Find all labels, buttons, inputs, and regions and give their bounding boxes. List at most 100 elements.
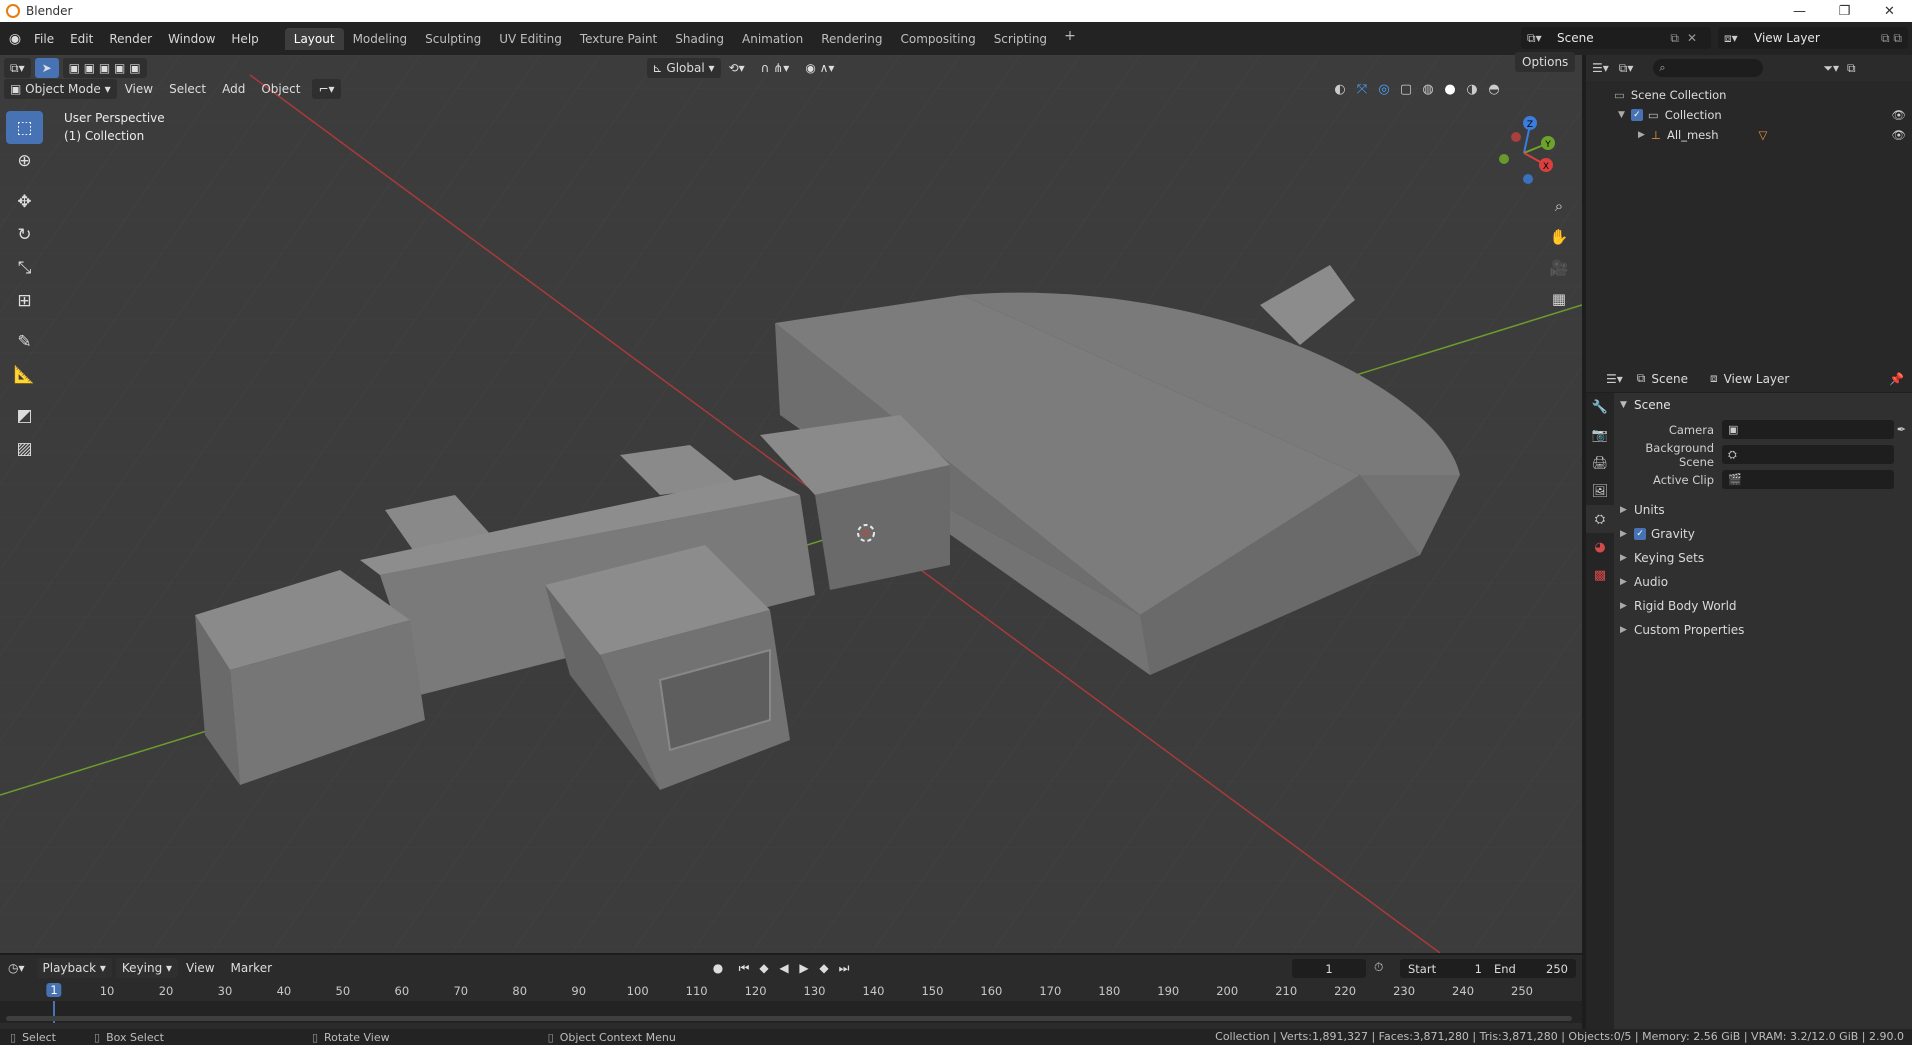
select-box-tool-icon[interactable]: ⬚ — [6, 111, 43, 144]
tab-layout[interactable]: Layout — [284, 27, 344, 50]
transform-tool-icon[interactable]: ⊞ — [6, 284, 43, 317]
custom-properties-subpanel[interactable]: ▶ Custom Properties — [1620, 618, 1912, 642]
rigid-body-world-subpanel[interactable]: ▶ Rigid Body World — [1620, 594, 1912, 618]
new-collection-icon[interactable]: ⧉ — [1847, 61, 1856, 76]
options-dropdown[interactable]: Options — [1515, 52, 1576, 72]
zoom-icon[interactable]: ⌕ — [1545, 192, 1573, 220]
blender-menu-icon[interactable]: ◉ — [4, 28, 26, 50]
render-tab-icon[interactable]: 📷 — [1586, 421, 1614, 449]
selection-mode-icons[interactable]: ▣ ▣ ▣ ▣ ▣ — [62, 58, 147, 78]
scene-selector[interactable]: ⧉▾ Scene ⧉✕ — [1521, 27, 1711, 49]
view-layer-tab-icon[interactable]: 🖼 — [1586, 477, 1614, 505]
annotate-tool-icon[interactable]: ✎ — [6, 325, 43, 358]
tab-animation[interactable]: Animation — [733, 28, 812, 50]
add-cube-tool-icon[interactable]: ◩ — [6, 399, 43, 432]
camera-field[interactable]: ▣ ✒ — [1722, 420, 1906, 439]
keying-menu[interactable]: Keying ▾ — [115, 958, 179, 978]
visibility-eye-icon[interactable]: 👁 — [1891, 108, 1906, 122]
mode-dropdown[interactable]: ▣ Object Mode ▾ — [4, 79, 117, 99]
view-layer-name[interactable]: View Layer — [1754, 31, 1820, 45]
tab-rendering[interactable]: Rendering — [812, 28, 891, 50]
gravity-checkbox[interactable]: ✓ — [1634, 528, 1646, 540]
transform-orientation-dropdown[interactable]: ⊾ Global ▾ — [646, 58, 721, 78]
filter-icon[interactable]: ⏷▾ — [1823, 61, 1839, 76]
viewport-menu-view[interactable]: View — [117, 82, 161, 96]
material-shading-icon[interactable]: ◑ — [1462, 79, 1482, 99]
audio-subpanel[interactable]: ▶ Audio — [1620, 570, 1912, 594]
pan-hand-icon[interactable]: ✋ — [1545, 223, 1573, 251]
viewport-menu-add[interactable]: Add — [214, 82, 253, 96]
xray-icon[interactable]: ▢ — [1396, 79, 1416, 99]
navigation-gizmo[interactable]: Z Y X — [1490, 111, 1560, 191]
record-icon[interactable]: ● — [708, 958, 728, 978]
outliner-search-input[interactable]: ⌕ — [1653, 59, 1764, 77]
world-tab-icon[interactable]: ◕ — [1586, 533, 1614, 561]
display-mode-icon[interactable]: ⧉▾ — [1619, 61, 1634, 76]
keying-sets-subpanel[interactable]: ▶ Keying Sets — [1620, 546, 1912, 570]
outliner-row-collection[interactable]: ▼ ✓ ▭ Collection 👁 — [1586, 105, 1912, 125]
visibility-eye-icon[interactable]: 👁 — [1891, 128, 1906, 142]
select-tool-icon[interactable]: ➤ — [34, 58, 59, 78]
rotate-tool-icon[interactable]: ↻ — [6, 218, 43, 251]
output-tab-icon[interactable]: 🖨 — [1586, 449, 1614, 477]
tab-texture-paint[interactable]: Texture Paint — [571, 28, 666, 50]
transform-affect-icon[interactable]: ⌐▾ — [312, 79, 341, 99]
timeline-editor-icon[interactable]: ◷▾ — [0, 961, 33, 975]
scale-tool-icon[interactable]: ⤡ — [6, 251, 43, 284]
timeline-scrollbar[interactable] — [6, 1016, 1572, 1021]
collection-checkbox[interactable]: ✓ — [1630, 109, 1643, 121]
cursor-tool-icon[interactable]: ⊕ — [6, 144, 43, 177]
menu-render[interactable]: Render — [101, 28, 160, 50]
tab-uv-editing[interactable]: UV Editing — [490, 28, 571, 50]
camera-view-icon[interactable]: 🎥 — [1545, 254, 1573, 282]
gizmo-toggle-icon[interactable]: ⤧ — [1352, 79, 1372, 99]
next-keyframe-icon[interactable]: ◆ — [814, 958, 834, 978]
active-clip-field[interactable]: 🎬 — [1722, 470, 1894, 489]
expand-arrow-icon[interactable]: ▶ — [1638, 130, 1645, 140]
end-frame-field[interactable]: End 250 — [1486, 959, 1576, 978]
rendered-shading-icon[interactable]: ◓ — [1484, 79, 1504, 99]
outliner-editor-icon[interactable]: ☰▾ — [1592, 61, 1609, 75]
overlay-toggle-icon[interactable]: ◎ — [1374, 79, 1394, 99]
tab-compositing[interactable]: Compositing — [891, 28, 984, 50]
texture-tab-icon[interactable]: ▩ — [1586, 561, 1614, 589]
image-tool-icon[interactable]: ▨ — [6, 432, 43, 465]
timeline-menu-marker[interactable]: Marker — [223, 961, 280, 975]
tab-scripting[interactable]: Scripting — [985, 28, 1056, 50]
move-tool-icon[interactable]: ✥ — [6, 185, 43, 218]
view-layer-actions[interactable]: ⧉ ⧉ — [1881, 31, 1902, 46]
viewport-menu-select[interactable]: Select — [161, 82, 214, 96]
menu-edit[interactable]: Edit — [62, 28, 101, 50]
play-reverse-icon[interactable]: ◀ — [774, 958, 794, 978]
tool-tab-icon[interactable]: 🔧 — [1586, 393, 1614, 421]
expand-arrow-icon[interactable]: ▼ — [1618, 110, 1625, 120]
menu-file[interactable]: File — [26, 28, 62, 50]
timeline-area[interactable] — [0, 1001, 1582, 1023]
pivot-point-icon[interactable]: ⟲▾ — [721, 61, 753, 75]
close-button[interactable]: ✕ — [1867, 0, 1912, 22]
start-frame-field[interactable]: Start 1 — [1400, 959, 1490, 978]
scene-tab-icon[interactable]: ⛭ — [1586, 505, 1614, 533]
menu-help[interactable]: Help — [223, 28, 266, 50]
scene-actions[interactable]: ⧉✕ — [1670, 31, 1705, 46]
viewport-menu-object[interactable]: Object — [253, 82, 308, 96]
measure-tool-icon[interactable]: 📐 — [6, 358, 43, 391]
add-workspace-icon[interactable]: + — [1056, 28, 1084, 50]
outliner-row-scene-collection[interactable]: ▭ Scene Collection — [1586, 85, 1912, 105]
gravity-subpanel[interactable]: ▶ ✓ Gravity — [1620, 522, 1912, 546]
scene-name[interactable]: Scene — [1557, 31, 1594, 45]
play-icon[interactable]: ▶ — [794, 958, 814, 978]
snap-icon[interactable]: ∩ ⋔▾ — [753, 61, 798, 75]
3d-viewport[interactable] — [0, 55, 1582, 953]
menu-window[interactable]: Window — [160, 28, 223, 50]
pin-icon[interactable]: 📌 — [1889, 372, 1904, 386]
wireframe-shading-icon[interactable]: ◍ — [1418, 79, 1438, 99]
jump-end-icon[interactable]: ⏭ — [834, 958, 854, 978]
eyedropper-icon[interactable]: ✒ — [1897, 423, 1906, 436]
view-layer-selector[interactable]: ⧈▾ View Layer ⧉ ⧉ — [1718, 27, 1908, 49]
background-scene-field[interactable]: ⛭ — [1722, 445, 1894, 464]
outliner-row-all-mesh[interactable]: ▶ ⊥ All_mesh ▽ 👁 — [1586, 125, 1912, 145]
jump-start-icon[interactable]: ⏮ — [734, 958, 754, 978]
current-frame-field[interactable]: 1 — [1292, 959, 1366, 978]
playback-menu[interactable]: Playback ▾ — [36, 958, 112, 978]
